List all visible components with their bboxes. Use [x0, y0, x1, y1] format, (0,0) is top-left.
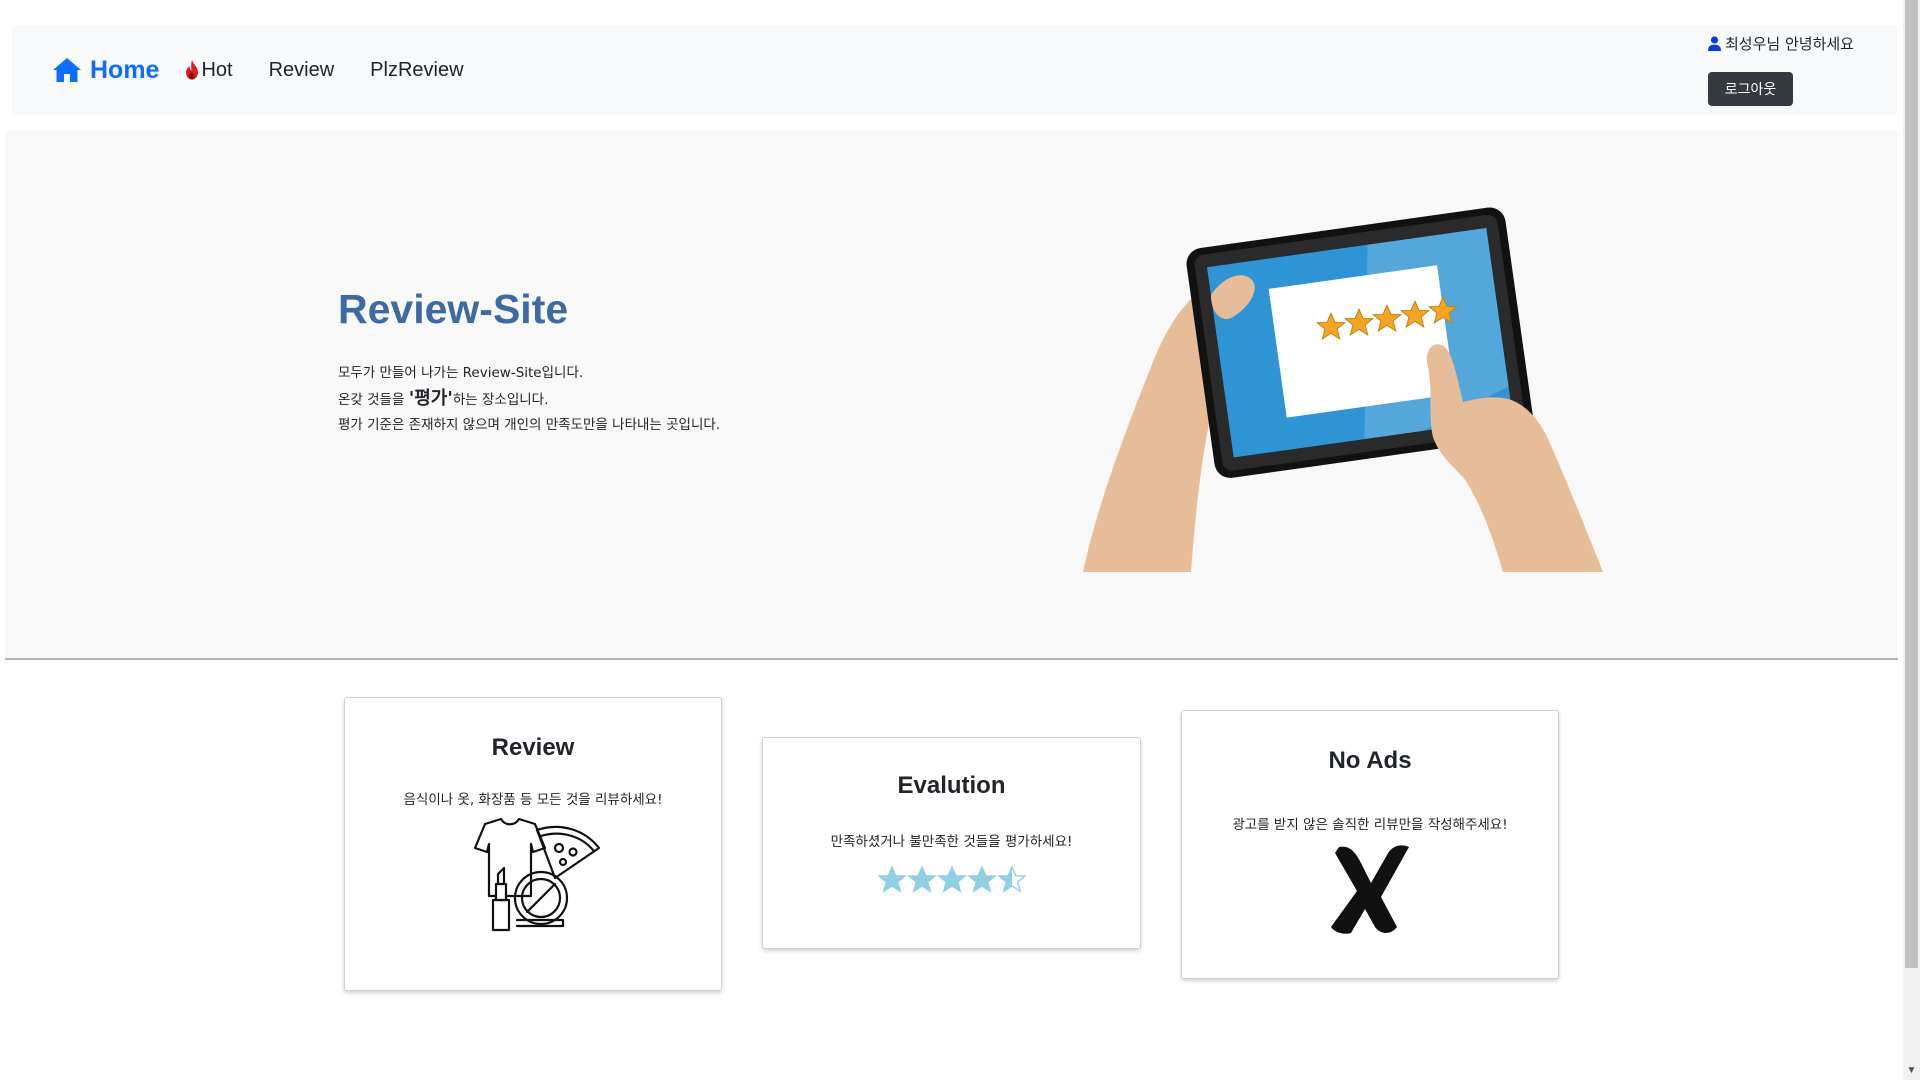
nav-hot-link[interactable]: Hot — [185, 58, 233, 82]
rating-star — [996, 865, 1027, 893]
navbar: Home Hot Review PlzReview 최성우님 안녕하세요 로그아… — [12, 25, 1898, 115]
hero-line-3: 평가 기준은 존재하지 않으며 개인의 만족도만을 나타내는 곳입니다. — [338, 417, 721, 433]
rating-star — [906, 865, 937, 893]
no-ads-card: No Ads 광고를 받지 않은 솔직한 리뷰만을 작성해주세요! — [1181, 710, 1559, 979]
no-ads-card-title: No Ads — [1328, 747, 1412, 774]
rating-star — [936, 865, 967, 893]
user-greeting: 최성우님 안녕하세요 — [1708, 33, 1854, 54]
hero-description: 모두가 만들어 나가는 Review-Site입니다. 온갖 것들을 '평가'하… — [338, 361, 720, 438]
review-card-title: Review — [491, 734, 575, 761]
x-mark-icon — [1331, 845, 1409, 934]
user-greeting-text: 최성우님 안녕하세요 — [1725, 35, 1854, 53]
nav-plzreview-label: PlzReview — [370, 58, 464, 81]
nav-links: Home Hot Review PlzReview — [52, 25, 500, 115]
logout-button[interactable]: 로그아웃 — [1708, 72, 1793, 106]
evaluation-card-title: Evalution — [897, 772, 1006, 799]
hero-line-2-suffix: 하는 장소입니다. — [452, 392, 549, 408]
evaluation-card: Evalution 만족하셨거나 불만족한 것들을 평가하세요! — [762, 737, 1141, 949]
rating-star — [876, 865, 907, 893]
rating-star — [966, 865, 997, 893]
user-icon — [1708, 36, 1721, 51]
nav-hot-label: Hot — [201, 58, 233, 81]
rating-stars — [876, 865, 1027, 893]
user-area: 최성우님 안녕하세요 로그아웃 — [1708, 25, 1898, 115]
nav-home-label: Home — [90, 55, 160, 84]
fire-icon — [186, 60, 199, 80]
no-ads-card-description: 광고를 받지 않은 솔직한 리뷰만을 작성해주세요! — [1232, 817, 1508, 833]
products-icon — [473, 817, 601, 932]
nav-review-label: Review — [268, 58, 335, 81]
nav-plzreview-link[interactable]: PlzReview — [370, 59, 463, 82]
hero-title: Review-Site — [338, 286, 569, 332]
hero-line-2: 온갖 것들을 '평가'하는 장소입니다. — [338, 386, 720, 413]
tablet-rating-illustration — [1083, 207, 1603, 572]
page-scrollbar[interactable]: ▼ — [1903, 0, 1920, 1080]
review-card-description: 음식이나 옷, 화장품 등 모든 것을 리뷰하세요! — [403, 792, 663, 808]
scroll-down-arrow-icon[interactable]: ▼ — [1903, 1064, 1920, 1078]
home-icon — [53, 58, 81, 82]
review-card: Review 음식이나 옷, 화장품 등 모든 것을 리뷰하세요! — [344, 697, 722, 991]
nav-review-link[interactable]: Review — [269, 59, 335, 82]
hero-line-1: 모두가 만들어 나가는 Review-Site입니다. — [338, 365, 584, 381]
nav-home-link[interactable]: Home — [52, 56, 159, 85]
hero-emphasis: '평가' — [408, 388, 453, 409]
hero-line-2-prefix: 온갖 것들을 — [338, 392, 409, 408]
scrollbar-thumb[interactable] — [1905, 0, 1918, 968]
hero-section: Review-Site 모두가 만들어 나가는 Review-Site입니다. … — [5, 131, 1898, 660]
evaluation-card-description: 만족하셨거나 불만족한 것들을 평가하세요! — [830, 834, 1073, 850]
